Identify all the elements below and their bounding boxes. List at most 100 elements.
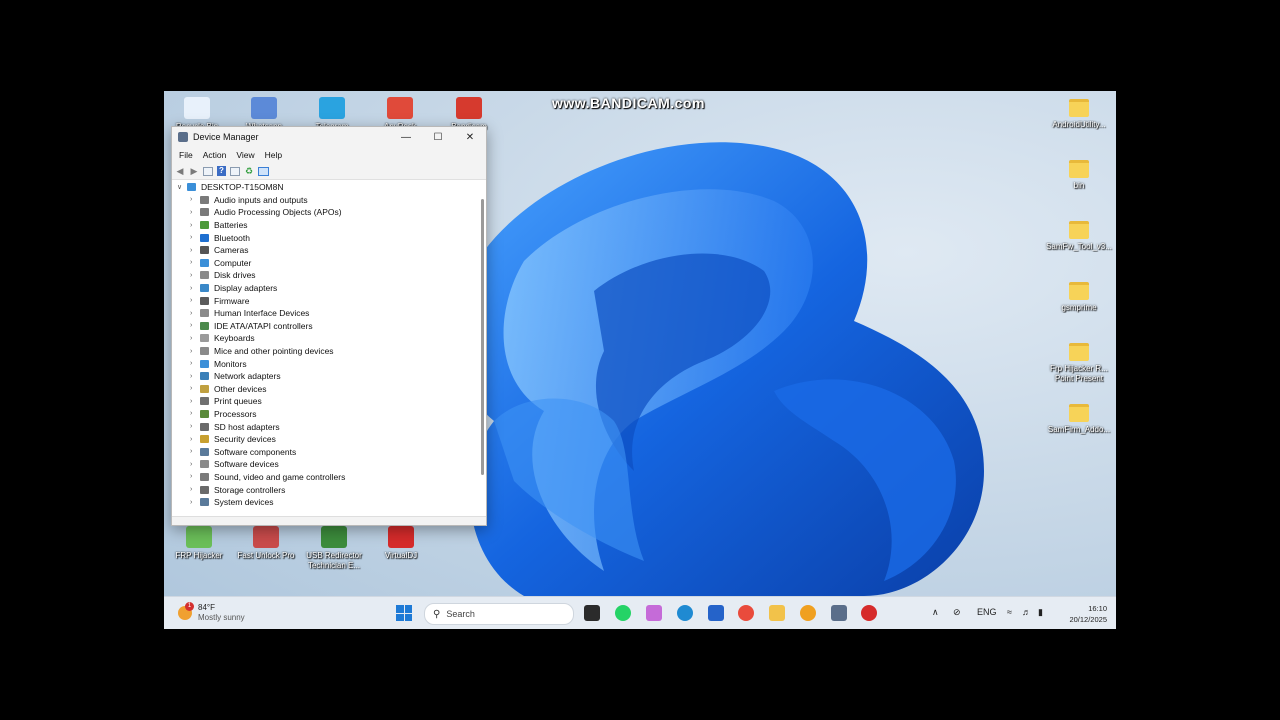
chevron-right-icon[interactable]: › — [190, 385, 200, 392]
tree-item[interactable]: › Processors — [172, 408, 480, 421]
tree-item[interactable]: › Firmware — [172, 294, 480, 307]
menu-view[interactable]: View — [231, 150, 259, 160]
tree-item[interactable]: › Display adapters — [172, 282, 480, 295]
weather-widget[interactable]: 1 84°F Mostly sunny — [178, 602, 245, 623]
tree-item[interactable]: › Computer — [172, 257, 480, 270]
show-hide-tree-icon[interactable] — [203, 166, 213, 176]
monitor-icon[interactable] — [258, 166, 269, 176]
tree-item[interactable]: › Disk drives — [172, 269, 480, 282]
tree-item[interactable]: › Software components — [172, 445, 480, 458]
chevron-right-icon[interactable]: › — [190, 410, 200, 417]
tree-item[interactable]: › Software devices — [172, 458, 480, 471]
tree-item[interactable]: › Cameras — [172, 244, 480, 257]
chevron-right-icon[interactable]: › — [190, 247, 200, 254]
chevron-right-icon[interactable]: › — [190, 234, 200, 241]
desktop-folder[interactable]: Frp Hijacker R... Point Present — [1044, 343, 1114, 384]
title-bar[interactable]: Device Manager — ☐ ✕ — [172, 127, 486, 147]
whatsapp-icon[interactable] — [615, 605, 631, 621]
edge-icon[interactable] — [677, 605, 693, 621]
device-manager-window[interactable]: Device Manager — ☐ ✕ File Action View He… — [171, 126, 487, 526]
chevron-right-icon[interactable]: › — [190, 310, 200, 317]
tree-item[interactable]: › Bluetooth — [172, 231, 480, 244]
clock[interactable]: 16:10 20/12/2025 — [1062, 603, 1107, 625]
tree-item[interactable]: › Monitors — [172, 357, 480, 370]
language-indicator[interactable]: ENG — [977, 607, 997, 617]
chevron-right-icon[interactable]: › — [190, 461, 200, 468]
chevron-right-icon[interactable]: › — [190, 222, 200, 229]
tree-item[interactable]: › Other devices — [172, 383, 480, 396]
location-icon[interactable]: ⊘ — [953, 607, 961, 618]
chevron-right-icon[interactable]: › — [190, 335, 200, 342]
tree-item[interactable]: › Sound, video and game controllers — [172, 471, 480, 484]
file-explorer-icon[interactable] — [769, 605, 785, 621]
tree-item[interactable]: › SD host adapters — [172, 420, 480, 433]
desktop-folder[interactable]: AndroidUtility... — [1044, 99, 1114, 130]
tree-root[interactable]: ∨ DESKTOP-T15OM8N — [172, 181, 480, 194]
chevron-right-icon[interactable]: › — [190, 486, 200, 493]
tree-item[interactable]: › Batteries — [172, 219, 480, 232]
maximize-button[interactable]: ☐ — [422, 127, 454, 147]
menu-action[interactable]: Action — [198, 150, 232, 160]
chevron-up-icon[interactable]: ∧ — [932, 607, 939, 618]
chevron-right-icon[interactable]: › — [190, 259, 200, 266]
chevron-right-icon[interactable]: › — [190, 499, 200, 506]
chevron-right-icon[interactable]: › — [190, 436, 200, 443]
vertical-scrollbar[interactable] — [481, 199, 484, 475]
scan-hardware-icon[interactable]: ♻ — [244, 166, 254, 176]
tree-item[interactable]: › Human Interface Devices — [172, 307, 480, 320]
wifi-icon[interactable]: ≈ — [1007, 607, 1012, 617]
chevron-right-icon[interactable]: › — [190, 285, 200, 292]
chevron-right-icon[interactable]: › — [190, 473, 200, 480]
chevron-right-icon[interactable]: › — [190, 360, 200, 367]
desktop-folder[interactable]: SamFirm_Addo... — [1044, 404, 1114, 435]
back-arrow-icon[interactable]: ◀ — [175, 166, 185, 176]
chrome-icon[interactable] — [738, 605, 754, 621]
tree-item[interactable]: › Print queues — [172, 395, 480, 408]
forward-arrow-icon[interactable]: ▶ — [189, 166, 199, 176]
terminal-icon[interactable] — [584, 605, 600, 621]
chevron-right-icon[interactable]: › — [190, 423, 200, 430]
chevron-right-icon[interactable]: › — [190, 398, 200, 405]
tree-item[interactable]: › Keyboards — [172, 332, 480, 345]
chevron-right-icon[interactable]: › — [190, 322, 200, 329]
chevron-down-icon[interactable]: ∨ — [177, 183, 187, 191]
tree-item[interactable]: › Storage controllers — [172, 483, 480, 496]
chevron-right-icon[interactable]: › — [190, 448, 200, 455]
chevron-right-icon[interactable]: › — [190, 297, 200, 304]
properties-icon[interactable] — [230, 166, 240, 176]
tree-item[interactable]: › System devices — [172, 496, 480, 509]
menu-help[interactable]: Help — [260, 150, 287, 160]
media-icon[interactable] — [800, 605, 816, 621]
menu-file[interactable]: File — [174, 150, 198, 160]
copilot-icon[interactable] — [646, 605, 662, 621]
desktop-folder[interactable]: bin — [1044, 160, 1114, 191]
desktop-folder[interactable]: gsmprime — [1044, 282, 1114, 313]
minimize-button[interactable]: — — [390, 127, 422, 147]
tree-item[interactable]: › Audio Processing Objects (APOs) — [172, 206, 480, 219]
search-box[interactable]: ⚲ Search — [424, 603, 574, 625]
tree-item[interactable]: › Network adapters — [172, 370, 480, 383]
tree-item[interactable]: › Security devices — [172, 433, 480, 446]
device-manager-icon[interactable] — [831, 605, 847, 621]
desktop-icon[interactable]: Fast Unlock Pro — [231, 526, 301, 561]
tree-item[interactable]: › IDE ATA/ATAPI controllers — [172, 320, 480, 333]
tree-item[interactable]: › Mice and other pointing devices — [172, 345, 480, 358]
chevron-right-icon[interactable]: › — [190, 196, 200, 203]
bandicam-icon[interactable] — [861, 605, 877, 621]
volume-icon[interactable]: ♬ — [1022, 607, 1031, 617]
help-icon[interactable]: ? — [217, 166, 226, 176]
desktop-icon[interactable]: FRP Hijacker — [164, 526, 234, 561]
battery-icon[interactable]: ▮ — [1038, 607, 1043, 618]
chevron-right-icon[interactable]: › — [190, 272, 200, 279]
tree-item[interactable]: › Audio inputs and outputs — [172, 194, 480, 207]
store-icon[interactable] — [708, 605, 724, 621]
close-button[interactable]: ✕ — [454, 127, 486, 147]
chevron-right-icon[interactable]: › — [190, 209, 200, 216]
desktop-icon[interactable]: USB Redirector Technician E... — [299, 526, 369, 571]
tree-item-label: Audio inputs and outputs — [214, 194, 308, 205]
desktop-icon[interactable]: VirtualDJ — [366, 526, 436, 561]
chevron-right-icon[interactable]: › — [190, 373, 200, 380]
chevron-right-icon[interactable]: › — [190, 348, 200, 355]
start-button[interactable] — [396, 605, 412, 621]
desktop-folder[interactable]: SamFw_Tool_v3... — [1044, 221, 1114, 252]
